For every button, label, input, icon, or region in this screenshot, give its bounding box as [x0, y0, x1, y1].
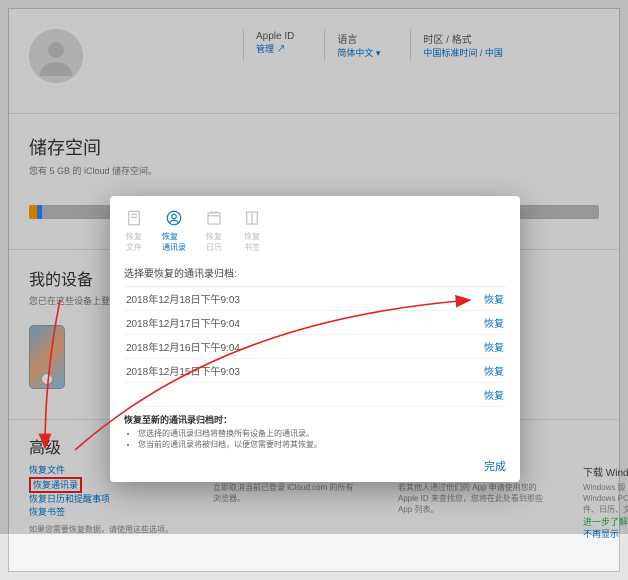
archive-row: 恢复 — [124, 383, 506, 407]
tab-restore-calendar[interactable]: 恢复日历 — [204, 208, 224, 253]
tab-restore-files[interactable]: 恢复文件 — [124, 208, 144, 253]
modal-notes: 恢复至新的通讯录归档时： 您选择的通讯录归档将替换所有设备上的通讯录。 您当前的… — [110, 407, 520, 452]
tab-restore-contacts[interactable]: 恢复通讯录 — [162, 208, 186, 253]
restore-button[interactable]: 恢复 — [484, 339, 504, 354]
done-button[interactable]: 完成 — [484, 461, 506, 473]
archive-row: 2018年12月15日下午9:03 恢复 — [124, 359, 506, 383]
restore-button[interactable]: 恢复 — [484, 387, 504, 402]
restore-button[interactable]: 恢复 — [484, 291, 504, 306]
archive-row: 2018年12月18日下午9:03 恢复 — [124, 287, 506, 311]
bookmark-icon — [242, 208, 262, 228]
restore-button[interactable]: 恢复 — [484, 315, 504, 330]
calendar-icon — [204, 208, 224, 228]
archive-row: 2018年12月16日下午9:04 恢复 — [124, 335, 506, 359]
modal-prompt: 选择要恢复的通讯录归档: — [124, 265, 506, 280]
restore-button[interactable]: 恢复 — [484, 363, 504, 378]
tab-restore-bookmarks[interactable]: 恢复书签 — [242, 208, 262, 253]
contacts-icon — [164, 208, 184, 228]
file-icon — [124, 208, 144, 228]
restore-contacts-modal: 恢复文件 恢复通讯录 恢复日历 恢复书签 选择要恢复的通讯录归档: 2018年1… — [110, 196, 520, 482]
archive-row: 2018年12月17日下午9:04 恢复 — [124, 311, 506, 335]
archive-list: 2018年12月18日下午9:03 恢复 2018年12月17日下午9:04 恢… — [124, 286, 506, 407]
